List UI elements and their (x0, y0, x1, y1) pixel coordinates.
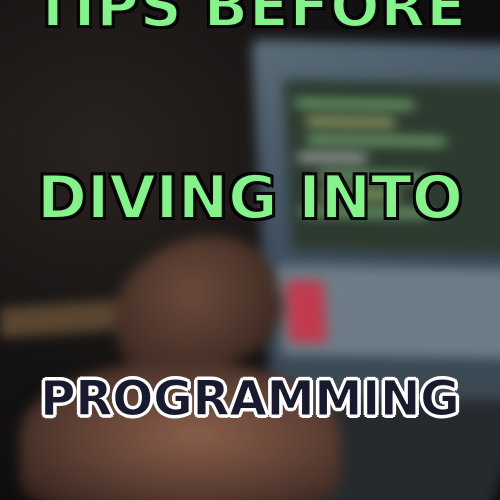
thumbnail-image: TIPS BEFORE DIVING INTO PROGRAMMING (0, 0, 500, 500)
headline-line-1: TIPS BEFORE (32, 0, 467, 41)
headline-line-3: PROGRAMMING (40, 371, 460, 428)
headline-line-2: DIVING INTO (36, 162, 464, 234)
highlighted-code-block (285, 280, 327, 343)
